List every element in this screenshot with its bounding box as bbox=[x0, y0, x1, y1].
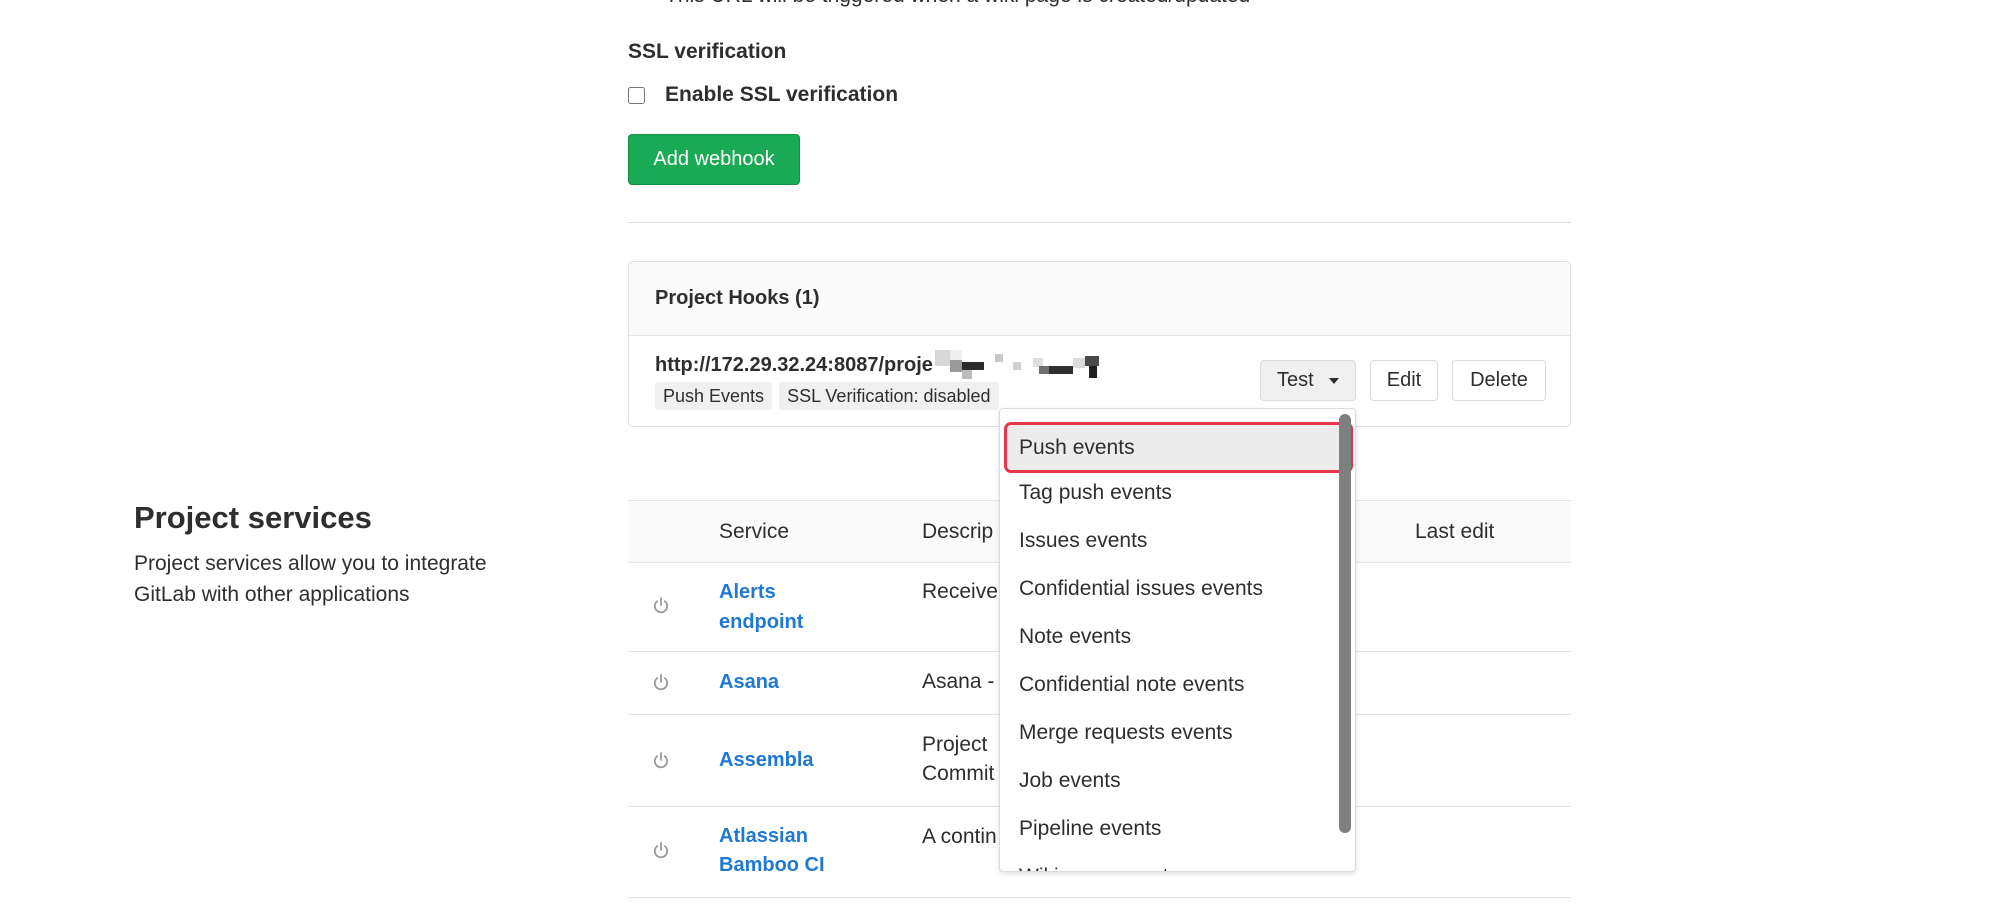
wiki-page-events-hint: This URL will be triggered when a wiki p… bbox=[665, 0, 1250, 8]
project-services-heading: Project services bbox=[134, 500, 372, 535]
section-divider bbox=[628, 222, 1571, 223]
service-link-atlassian-bamboo-ci[interactable]: Atlassian Bamboo CI bbox=[719, 822, 849, 880]
hook-url-line: http://172.29.32.24:8087/proje bbox=[655, 350, 1102, 380]
hook-url: http://172.29.32.24:8087/proje bbox=[655, 354, 933, 376]
power-icon bbox=[653, 597, 669, 614]
redacted-url-mosaic bbox=[934, 350, 1099, 379]
push-events-badge: Push Events bbox=[655, 382, 773, 410]
service-description-line: Project bbox=[922, 733, 988, 756]
column-header-description: Descrip bbox=[922, 520, 994, 543]
power-icon bbox=[653, 674, 669, 691]
power-icon bbox=[653, 752, 669, 769]
service-link-asana[interactable]: Asana bbox=[719, 667, 849, 697]
project-hooks-title: Project Hooks (1) bbox=[655, 287, 820, 309]
description-line: Project services allow you to integrate bbox=[134, 552, 487, 575]
ssl-verification-checkbox-label[interactable]: Enable SSL verification bbox=[665, 82, 898, 108]
ssl-status-badge: SSL Verification: disabled bbox=[779, 382, 999, 410]
test-hook-dropdown-button[interactable]: Test bbox=[1260, 360, 1356, 401]
menu-item-pipeline-events[interactable]: Pipeline events bbox=[1000, 805, 1338, 853]
column-header-service: Service bbox=[719, 520, 790, 543]
menu-item-tag-push-events[interactable]: Tag push events bbox=[1000, 469, 1338, 517]
service-description: Project Commit bbox=[922, 730, 994, 788]
menu-scrollbar[interactable] bbox=[1339, 414, 1351, 833]
project-hooks-panel: Project Hooks (1) http://172.29.32.24:80… bbox=[628, 261, 1571, 427]
menu-item-push-events[interactable]: Push events bbox=[1004, 422, 1353, 473]
test-events-dropdown-menu: Push events Tag push events Issues event… bbox=[999, 408, 1356, 872]
power-icon bbox=[653, 842, 669, 859]
service-description: Receive bbox=[922, 580, 998, 603]
description-line: GitLab with other applications bbox=[134, 583, 410, 606]
menu-item-issues-events[interactable]: Issues events bbox=[1000, 517, 1338, 565]
project-services-description: Project services allow you to integrate … bbox=[134, 548, 487, 610]
service-description: A contin bbox=[922, 825, 997, 848]
edit-hook-button[interactable]: Edit bbox=[1370, 360, 1438, 401]
hook-badges: Push Events SSL Verification: disabled bbox=[655, 382, 999, 410]
menu-item-note-events[interactable]: Note events bbox=[1000, 613, 1338, 661]
caret-down-icon bbox=[1329, 378, 1339, 384]
ssl-verification-title: SSL verification bbox=[628, 40, 787, 63]
menu-item-merge-requests-events[interactable]: Merge requests events bbox=[1000, 709, 1338, 757]
delete-hook-button[interactable]: Delete bbox=[1452, 360, 1546, 401]
service-link-assembla[interactable]: Assembla bbox=[719, 745, 849, 775]
service-description: Asana - bbox=[922, 670, 995, 693]
service-link-alerts-endpoint[interactable]: Alerts endpoint bbox=[719, 577, 849, 637]
menu-item-confidential-issues-events[interactable]: Confidential issues events bbox=[1000, 565, 1338, 613]
menu-item-wiki-page-events[interactable]: Wiki page events bbox=[1000, 853, 1338, 871]
test-button-label: Test bbox=[1277, 369, 1314, 391]
ssl-verification-checkbox[interactable] bbox=[628, 87, 645, 104]
column-header-last-edit: Last edit bbox=[1415, 520, 1495, 543]
project-hooks-header: Project Hooks (1) bbox=[629, 262, 1570, 336]
menu-item-job-events[interactable]: Job events bbox=[1000, 757, 1338, 805]
service-description-line: Commit bbox=[922, 762, 995, 785]
menu-item-confidential-note-events[interactable]: Confidential note events bbox=[1000, 661, 1338, 709]
add-webhook-button[interactable]: Add webhook bbox=[628, 134, 800, 185]
